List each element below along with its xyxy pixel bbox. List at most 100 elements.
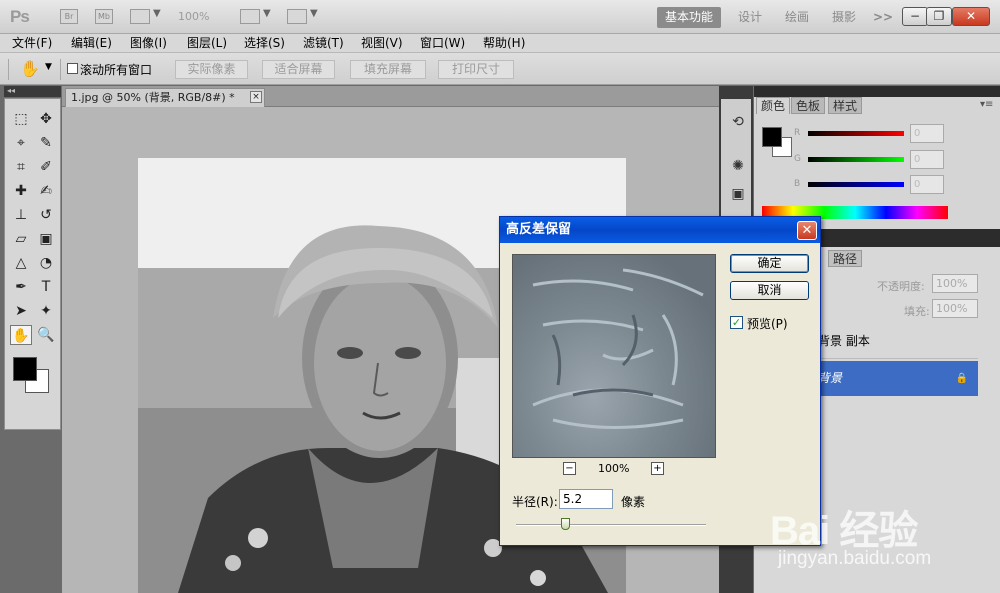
options-bar: ✋ ▼ 滚动所有窗口 实际像素 适合屏幕 填充屏幕 打印尺寸 xyxy=(0,53,1000,85)
scroll-all-windows-label: 滚动所有窗口 xyxy=(80,63,153,77)
title-bar: Ps Br Mb ▼ 100% ▼ ▼ 基本功能 设计 绘画 摄影 >> − ❐… xyxy=(0,0,1000,34)
workspace-design[interactable]: 设计 xyxy=(733,7,767,28)
healing-brush-tool-icon[interactable]: ✚ xyxy=(10,181,32,201)
workspace-essentials[interactable]: 基本功能 xyxy=(657,7,721,28)
menu-edit[interactable]: 编辑(E) xyxy=(71,35,112,52)
pen-tool-icon[interactable]: ✒ xyxy=(10,277,32,297)
workspace-photography[interactable]: 摄影 xyxy=(827,7,861,28)
crop-tool-icon[interactable]: ⌗ xyxy=(10,157,32,177)
workspace-painting[interactable]: 绘画 xyxy=(780,7,814,28)
lasso-tool-icon[interactable]: ⌖ xyxy=(10,133,32,153)
radius-slider-thumb[interactable] xyxy=(561,518,571,530)
red-channel-label: R xyxy=(794,128,801,138)
dialog-close-button[interactable]: ✕ xyxy=(797,221,817,240)
screen-mode-chevron-down-icon[interactable]: ▼ xyxy=(310,8,318,19)
foreground-color-swatch[interactable] xyxy=(762,127,782,147)
dock-icons: ⟲ ✺ ▣ xyxy=(721,99,751,219)
quick-select-tool-icon[interactable]: ✎ xyxy=(35,133,57,153)
history-brush-tool-icon[interactable]: ↺ xyxy=(35,205,57,225)
actions-panel-icon[interactable]: ✺ xyxy=(729,157,747,175)
tools-collapse-bar[interactable]: ◂◂ xyxy=(4,86,61,97)
screen-mode-icon[interactable] xyxy=(287,9,307,24)
stamp-tool-icon[interactable]: ⊥ xyxy=(10,205,32,225)
radius-input[interactable]: 5.2 xyxy=(559,489,613,509)
menu-help[interactable]: 帮助(H) xyxy=(483,35,525,52)
tab-swatches[interactable]: 色板 xyxy=(791,97,826,114)
photoshop-window: Ps Br Mb ▼ 100% ▼ ▼ 基本功能 设计 绘画 摄影 >> − ❐… xyxy=(0,0,1000,593)
gradient-tool-icon[interactable]: ▣ xyxy=(35,229,57,249)
view-extras-icon[interactable] xyxy=(130,9,150,24)
layer-name: 背景 副本 xyxy=(818,334,870,348)
preset-chevron-down-icon[interactable]: ▼ xyxy=(45,62,52,72)
eraser-tool-icon[interactable]: ▱ xyxy=(10,229,32,249)
zoom-level[interactable]: 100% xyxy=(178,10,209,23)
workspace-more-button[interactable]: >> xyxy=(868,7,898,28)
menu-image[interactable]: 图像(I) xyxy=(130,35,167,52)
radius-unit: 像素 xyxy=(621,495,646,509)
filter-preview-image[interactable] xyxy=(512,254,716,458)
print-size-button[interactable]: 打印尺寸 xyxy=(438,60,514,79)
menu-file[interactable]: 文件(F) xyxy=(12,35,52,52)
mini-bridge-icon[interactable]: Mb xyxy=(95,9,113,24)
preview-zoom-level: 100% xyxy=(598,462,630,475)
red-value-input[interactable]: 0 xyxy=(910,124,944,143)
shape-tool-icon[interactable]: ✦ xyxy=(35,301,57,321)
hand-tool-icon[interactable]: ✋ xyxy=(10,325,32,345)
blue-slider[interactable] xyxy=(808,182,904,187)
green-value-input[interactable]: 0 xyxy=(910,150,944,169)
close-window-button[interactable]: ✕ xyxy=(952,7,990,26)
blue-value-input[interactable]: 0 xyxy=(910,175,944,194)
bridge-icon[interactable]: Br xyxy=(60,9,78,24)
color-panel: 颜色 色板 样式 ▾≡ R 0 G 0 B 0 xyxy=(754,97,1000,229)
type-tool-icon[interactable]: T xyxy=(35,277,57,297)
zoom-in-button[interactable]: + xyxy=(651,462,664,475)
brush-tool-icon[interactable]: ✍ xyxy=(35,181,57,201)
document-tab[interactable]: 1.jpg @ 50% (背景, RGB/8#) * × xyxy=(65,88,265,107)
dialog-title-bar[interactable]: 高反差保留 ✕ xyxy=(500,217,820,243)
maximize-button[interactable]: ❐ xyxy=(926,7,952,26)
menu-filter[interactable]: 滤镜(T) xyxy=(303,35,344,52)
fill-screen-button[interactable]: 填充屏幕 xyxy=(350,60,426,79)
tools-foreground-color[interactable] xyxy=(13,357,37,381)
dodge-tool-icon[interactable]: ◔ xyxy=(35,253,57,273)
panel-menu-icon[interactable]: ▾≡ xyxy=(980,99,993,110)
close-document-icon[interactable]: × xyxy=(250,91,262,103)
menu-window[interactable]: 窗口(W) xyxy=(420,35,465,52)
cancel-button[interactable]: 取消 xyxy=(730,281,809,300)
red-slider[interactable] xyxy=(808,131,904,136)
tab-paths[interactable]: 路径 xyxy=(828,250,863,267)
tab-color[interactable]: 颜色 xyxy=(756,97,791,114)
green-slider[interactable] xyxy=(808,157,904,162)
move-tool-icon[interactable]: ✥ xyxy=(35,109,57,129)
path-select-tool-icon[interactable]: ➤ xyxy=(10,301,32,321)
arrange-documents-icon[interactable] xyxy=(240,9,260,24)
tab-styles[interactable]: 样式 xyxy=(828,97,863,114)
blur-tool-icon[interactable]: △ xyxy=(10,253,32,273)
menu-view[interactable]: 视图(V) xyxy=(361,35,403,52)
fit-screen-button[interactable]: 适合屏幕 xyxy=(262,60,335,79)
opacity-input[interactable]: 100% xyxy=(932,274,978,293)
ok-button[interactable]: 确定 xyxy=(730,254,809,273)
hand-tool-preset-icon[interactable]: ✋ xyxy=(20,59,40,78)
marquee-tool-icon[interactable]: ⬚ xyxy=(10,109,32,129)
radius-slider-track[interactable] xyxy=(516,524,706,526)
fill-input[interactable]: 100% xyxy=(932,299,978,318)
blue-channel-label: B xyxy=(794,179,801,189)
menu-layer[interactable]: 图层(L) xyxy=(187,35,227,52)
zoom-tool-icon[interactable]: 🔍 xyxy=(35,325,57,345)
minimize-button[interactable]: − xyxy=(902,7,928,26)
menu-select[interactable]: 选择(S) xyxy=(244,35,285,52)
layer-name: 背景 xyxy=(818,371,843,385)
actual-pixels-button[interactable]: 实际像素 xyxy=(175,60,248,79)
view-extras-chevron-down-icon[interactable]: ▼ xyxy=(153,8,161,19)
scroll-all-windows-checkbox[interactable] xyxy=(67,63,78,74)
preview-checkbox[interactable]: ✓ xyxy=(730,316,743,329)
app-logo: Ps xyxy=(10,7,30,26)
eyedropper-tool-icon[interactable]: ✐ xyxy=(35,157,57,177)
arrange-chevron-down-icon[interactable]: ▼ xyxy=(263,8,271,19)
navigator-panel-icon[interactable]: ▣ xyxy=(729,185,747,203)
radius-label: 半径(R): xyxy=(512,495,558,509)
opacity-label: 不透明度: xyxy=(877,280,925,293)
history-panel-icon[interactable]: ⟲ xyxy=(729,113,747,131)
zoom-out-button[interactable]: − xyxy=(563,462,576,475)
